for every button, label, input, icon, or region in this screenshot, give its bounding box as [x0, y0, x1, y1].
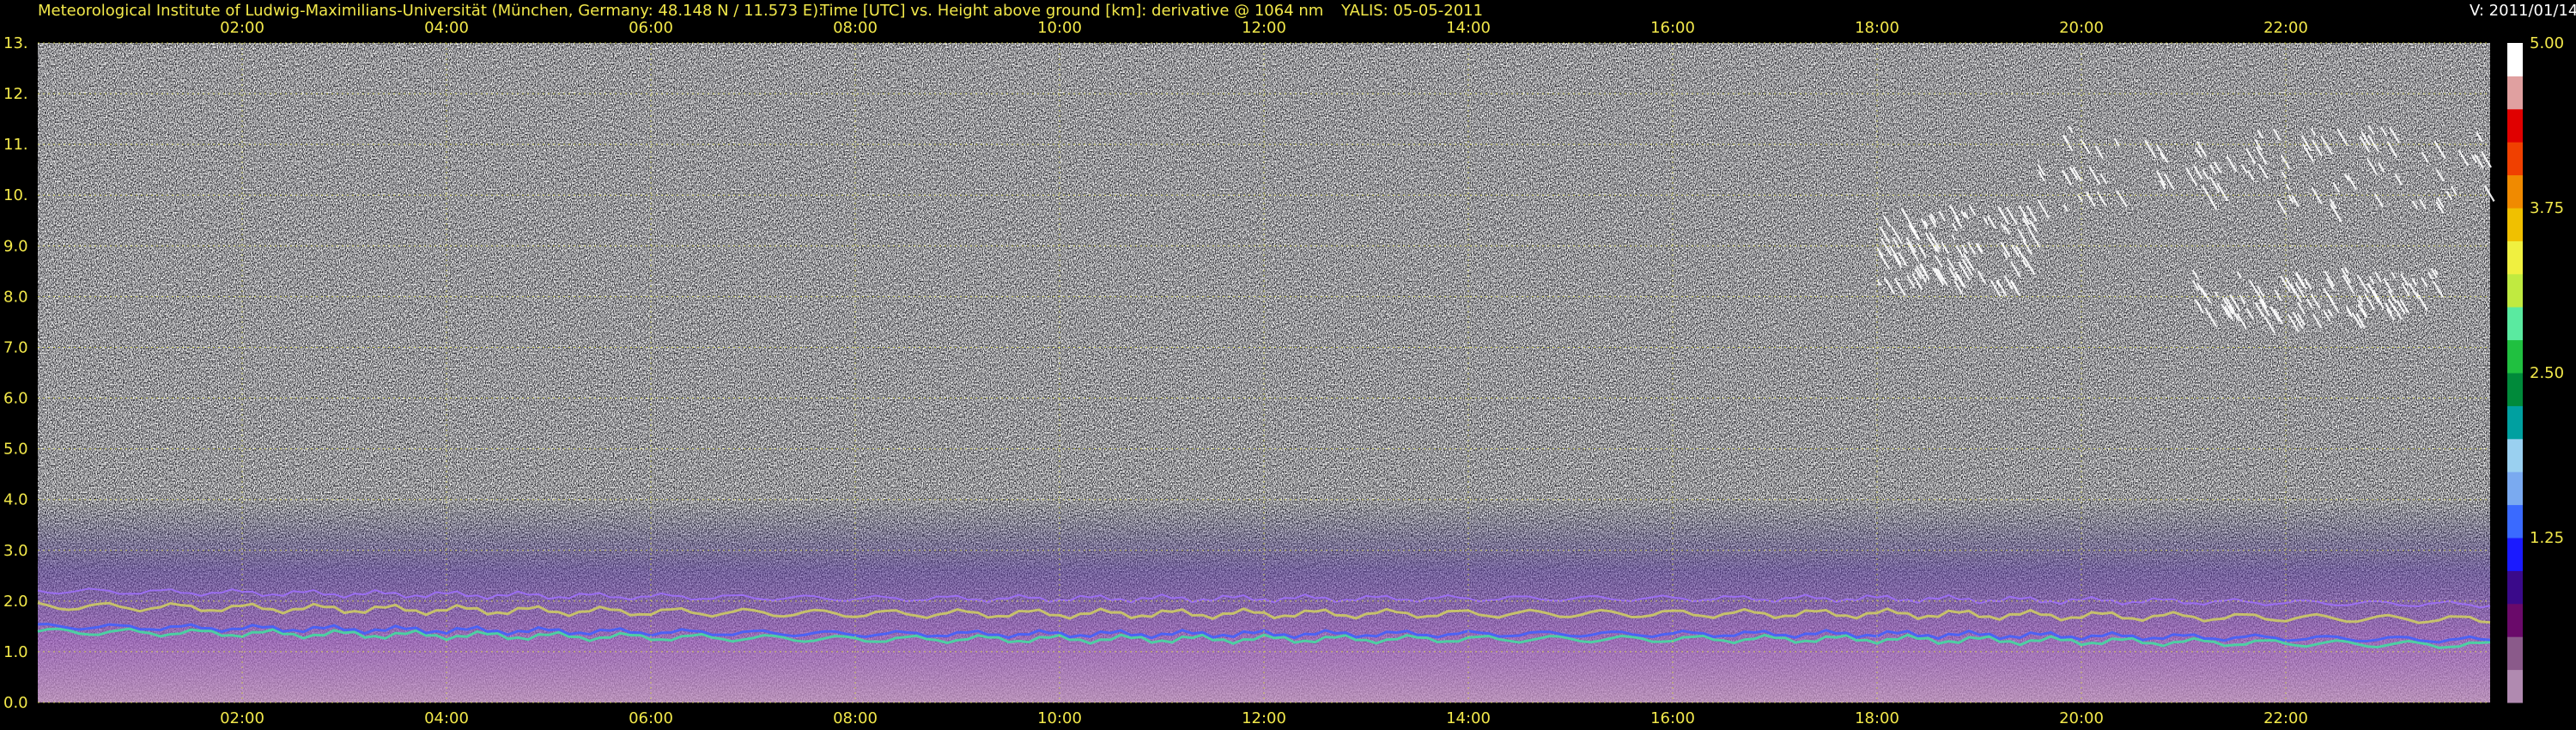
x-tick-label-bottom: 02:00	[220, 709, 264, 727]
x-axis-bottom: 02:00 04:00 06:00 08:00 10:00 12:00 14:00 16:00…	[220, 709, 2308, 727]
colorbar-segment	[2507, 373, 2523, 406]
x-tick-label-bottom: 18:00	[1855, 709, 1899, 727]
colorbar-segment	[2507, 538, 2523, 571]
colorbar-segment	[2507, 273, 2523, 307]
y-tick-label: 2.0	[3, 593, 28, 611]
x-tick-label-bottom: 06:00	[629, 709, 673, 727]
colorbar-segment	[2507, 636, 2523, 671]
x-tick-label-bottom: 16:00	[1650, 709, 1695, 727]
plot-title: Time [UTC] vs. Height above ground [km]:…	[819, 2, 1323, 20]
y-tick-label: 13.	[3, 34, 28, 52]
x-tick-label-bottom: 08:00	[833, 709, 878, 727]
colorbar-segment	[2507, 240, 2523, 275]
colorbar-segment	[2507, 669, 2523, 703]
x-tick-label-bottom: 12:00	[1242, 709, 1286, 727]
y-tick-label: 5.0	[3, 441, 28, 459]
x-tick-label-top: 22:00	[2263, 19, 2308, 37]
colorbar-tick-label: 1.25	[2530, 529, 2564, 547]
colorbar-segment	[2507, 174, 2523, 209]
y-tick-label: 7.0	[3, 338, 28, 356]
lidar-chart: Meteorological Institute of Ludwig-Maxim…	[3, 2, 2576, 727]
x-tick-label-top: 20:00	[2059, 19, 2104, 37]
y-tick-label: 1.0	[3, 643, 28, 661]
y-tick-label: 6.0	[3, 390, 28, 408]
y-tick-label: 10.	[3, 186, 28, 204]
x-tick-label-top: 08:00	[833, 19, 878, 37]
x-tick-label-bottom: 10:00	[1037, 709, 1082, 727]
x-tick-label-top: 18:00	[1855, 19, 1899, 37]
y-tick-label: 0.0	[3, 694, 28, 712]
y-tick-label: 8.0	[3, 288, 28, 306]
y-axis: 0.0 1.0 2.0 3.0 4.0 5.0 6.0 7.0 8.0 9.0 10. 11. 12. 1…	[3, 34, 28, 712]
colorbar-segment	[2507, 208, 2523, 241]
colorbar-tick-label: 5.00	[2530, 34, 2564, 52]
x-tick-label-top: 06:00	[629, 19, 673, 37]
y-tick-label: 9.0	[3, 237, 28, 255]
colorbar-tick-label: 2.50	[2530, 364, 2564, 382]
y-tick-label: 11.	[3, 136, 28, 154]
x-tick-label-top: 14:00	[1446, 19, 1491, 37]
x-tick-label-bottom: 22:00	[2263, 709, 2308, 727]
colorbar-segment	[2507, 339, 2523, 374]
x-axis-top: 02:00 04:00 06:00 08:00 10:00 12:00 14:00 16:00…	[220, 19, 2308, 37]
colorbar-segment	[2507, 142, 2523, 176]
colorbar-segment	[2507, 471, 2523, 506]
instrument-date-label: YALIS: 05-05-2011	[1340, 2, 1483, 20]
colorbar-segment	[2507, 438, 2523, 472]
x-tick-label-top: 04:00	[424, 19, 469, 37]
colorbar-segment	[2507, 570, 2523, 605]
colorbar-axis: 1.25 2.50 3.75 5.00	[2530, 34, 2564, 547]
colorbar-segment	[2507, 405, 2523, 440]
colorbar-segment	[2507, 108, 2523, 143]
colorbar-segment	[2507, 504, 2523, 538]
colorbar-segment	[2507, 307, 2523, 341]
x-tick-label-top: 10:00	[1037, 19, 1082, 37]
colorbar-tick-label: 3.75	[2530, 199, 2564, 217]
plot-area	[37, 42, 2495, 703]
x-tick-label-bottom: 04:00	[424, 709, 469, 727]
y-tick-label: 4.0	[3, 491, 28, 509]
x-tick-label-top: 12:00	[1242, 19, 1286, 37]
x-tick-label-top: 02:00	[220, 19, 264, 37]
y-tick-label: 3.0	[3, 542, 28, 560]
x-tick-label-bottom: 14:00	[1446, 709, 1491, 727]
version-label: V: 2011/01/14	[2470, 2, 2576, 20]
y-tick-label: 12.	[3, 85, 28, 103]
colorbar-segment	[2507, 43, 2523, 76]
x-tick-label-top: 16:00	[1650, 19, 1695, 37]
x-tick-label-bottom: 20:00	[2059, 709, 2104, 727]
colorbar	[2507, 43, 2523, 703]
colorbar-segment	[2507, 603, 2523, 637]
institute-label: Meteorological Institute of Ludwig-Maxim…	[38, 2, 823, 20]
colorbar-segment	[2507, 76, 2523, 110]
